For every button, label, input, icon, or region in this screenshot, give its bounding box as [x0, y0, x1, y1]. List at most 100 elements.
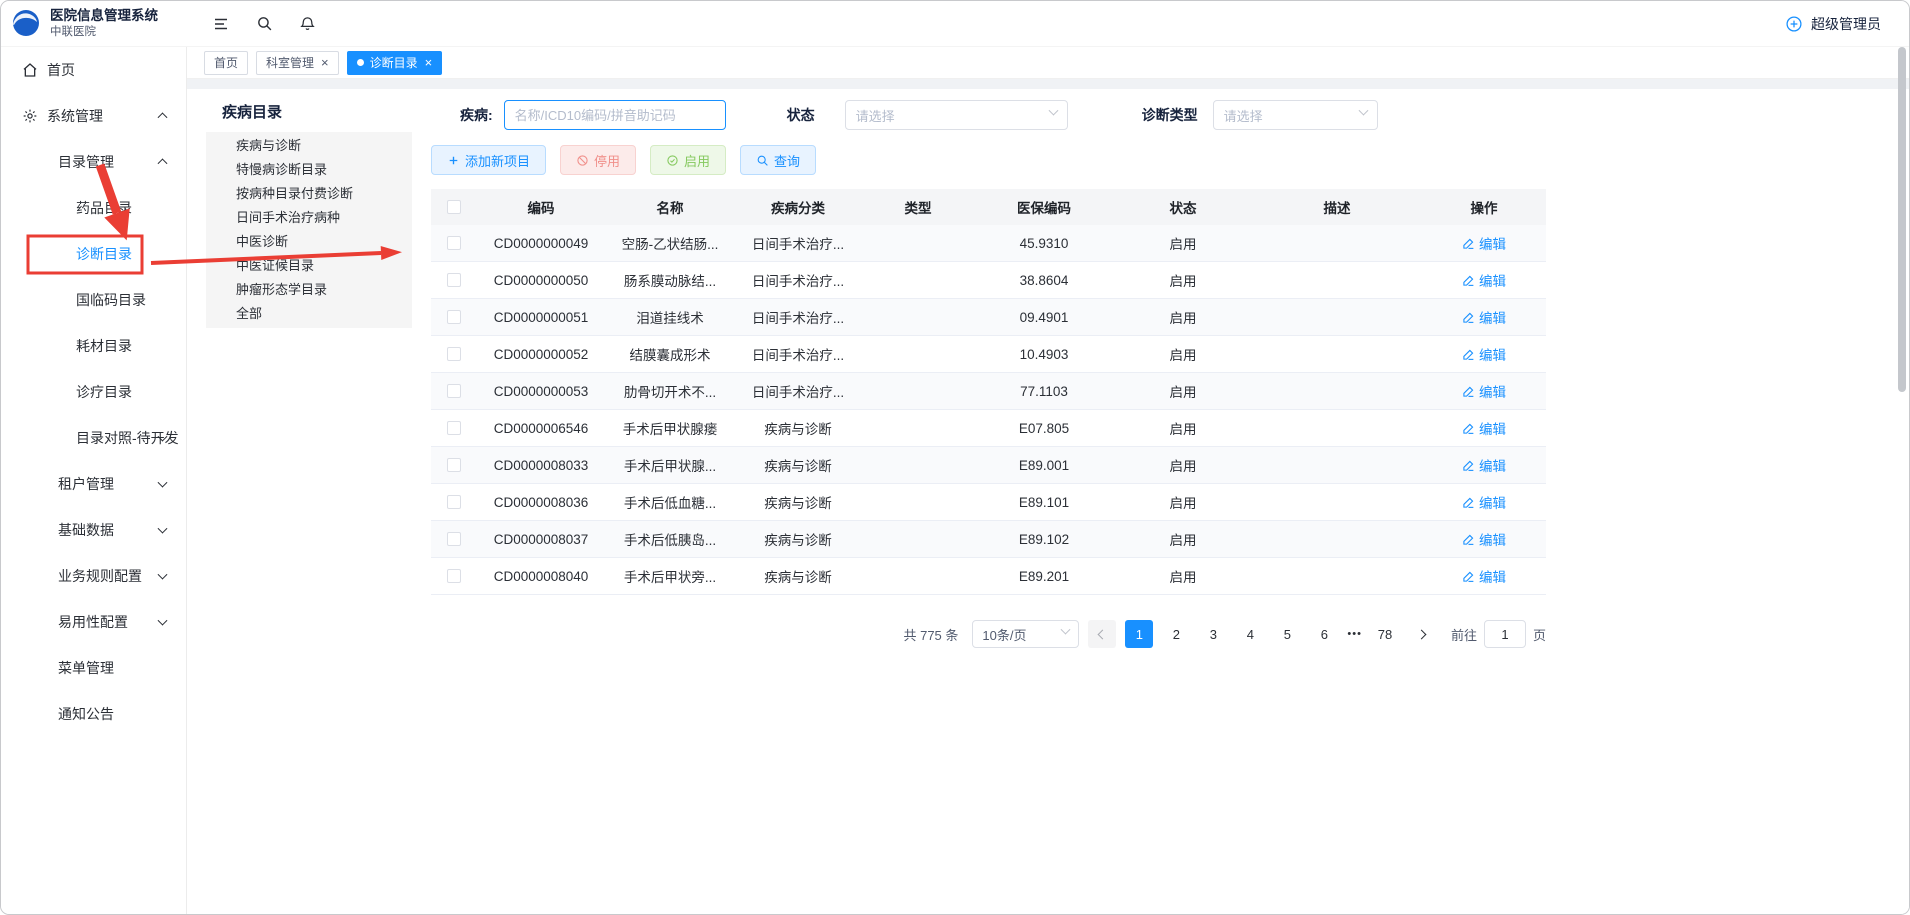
row-checkbox[interactable] [447, 495, 461, 509]
page-ellipsis: ••• [1347, 628, 1362, 640]
row-checkbox[interactable] [447, 273, 461, 287]
catalog-item[interactable]: 按病种目录付费诊断 [206, 182, 412, 206]
sidebar-item-national-code-catalog[interactable]: 国临码目录 [1, 277, 186, 323]
sidebar-item-label: 业务规则配置 [58, 566, 142, 586]
sidebar-item-label: 国临码目录 [76, 290, 146, 310]
next-page-button[interactable] [1408, 620, 1436, 648]
sidebar-item-notice[interactable]: 通知公告 [1, 691, 186, 737]
catalog-item[interactable]: 肿瘤形态学目录 [206, 278, 412, 302]
goto-page-input[interactable] [1484, 620, 1526, 648]
select-all-checkbox[interactable] [447, 200, 461, 214]
disease-catalog-panel: 疾病目录 疾病与诊断特慢病诊断目录按病种目录付费诊断日间手术治疗病种中医诊断中医… [206, 95, 412, 328]
catalog-item[interactable]: 中医诊断 [206, 230, 412, 254]
row-checkbox[interactable] [447, 236, 461, 250]
collapse-menu-icon[interactable] [212, 15, 230, 33]
edit-button[interactable]: 编辑 [1462, 566, 1506, 586]
user-menu[interactable]: 超级管理员 [1785, 14, 1909, 34]
page-button-78[interactable]: 78 [1371, 620, 1399, 648]
sidebar-item-catalog-mgmt[interactable]: 目录管理 [1, 139, 186, 185]
page-button-6[interactable]: 6 [1310, 620, 1338, 648]
prev-page-button[interactable] [1088, 620, 1116, 648]
sidebar-item-consumable-catalog[interactable]: 耗材目录 [1, 323, 186, 369]
bell-icon[interactable] [298, 15, 316, 33]
query-button[interactable]: 查询 [740, 145, 816, 175]
page-button-3[interactable]: 3 [1199, 620, 1227, 648]
edit-button[interactable]: 编辑 [1462, 455, 1506, 475]
catalog-item[interactable]: 中医证候目录 [206, 254, 412, 278]
content-panel: 疾病目录 疾病与诊断特慢病诊断目录按病种目录付费诊断日间手术治疗病种中医诊断中医… [187, 89, 1909, 914]
catalog-item[interactable]: 日间手术治疗病种 [206, 206, 412, 230]
row-checkbox[interactable] [447, 421, 461, 435]
page-button-2[interactable]: 2 [1162, 620, 1190, 648]
add-item-button[interactable]: 添加新项目 [431, 145, 546, 175]
status-select[interactable]: 请选择 [845, 100, 1068, 130]
diagnosis-table: 编码名称疾病分类类型医保编码状态描述操作 CD0000000049空肠-乙状结肠… [431, 189, 1546, 595]
edit-button[interactable]: 编辑 [1462, 233, 1506, 253]
edit-button[interactable]: 编辑 [1462, 307, 1506, 327]
disable-button[interactable]: 停用 [560, 145, 636, 175]
table-row: CD0000000049空肠-乙状结肠...日间手术治疗...45.9310启用… [431, 225, 1546, 262]
table-header: 编码名称疾病分类类型医保编码状态描述操作 [431, 189, 1546, 225]
edit-button[interactable]: 编辑 [1462, 270, 1506, 290]
page-button-5[interactable]: 5 [1273, 620, 1301, 648]
sidebar-item-business-rules[interactable]: 业务规则配置 [1, 553, 186, 599]
sidebar-item-basic-data[interactable]: 基础数据 [1, 507, 186, 553]
page-size-select[interactable]: 10条/页 [972, 620, 1079, 648]
table-row: CD0000000052结膜囊成形术日间手术治疗...10.4903启用编辑 [431, 336, 1546, 373]
tab-diagnosis-catalog[interactable]: 诊断目录 × [347, 51, 443, 75]
diagnosis-type-select[interactable]: 请选择 [1213, 100, 1378, 130]
row-checkbox[interactable] [447, 532, 461, 546]
column-header: 编码 [476, 197, 606, 217]
column-header: 状态 [1114, 197, 1252, 217]
tab-department-mgmt[interactable]: 科室管理 × [256, 51, 339, 75]
sidebar-item-drug-catalog[interactable]: 药品目录 [1, 185, 186, 231]
cell-code: CD0000000051 [476, 310, 606, 325]
sidebar-item-home[interactable]: 首页 [1, 47, 186, 93]
sidebar-item-menu-mgmt[interactable]: 菜单管理 [1, 645, 186, 691]
edit-button[interactable]: 编辑 [1462, 418, 1506, 438]
disease-search-input[interactable] [504, 100, 726, 130]
checkbox-cell [431, 347, 476, 361]
sidebar-item-system-mgmt[interactable]: 系统管理 [1, 93, 186, 139]
sidebar-item-diagnosis-catalog[interactable]: 诊断目录 [1, 231, 186, 277]
row-checkbox[interactable] [447, 310, 461, 324]
catalog-item[interactable]: 疾病与诊断 [206, 134, 412, 158]
sidebar-item-label: 耗材目录 [76, 336, 132, 356]
row-checkbox[interactable] [447, 458, 461, 472]
toolbar: 添加新项目 停用 启用 查询 [431, 145, 1546, 175]
checkbox-cell [431, 310, 476, 324]
sidebar-item-label: 诊疗目录 [76, 382, 132, 402]
enable-button[interactable]: 启用 [650, 145, 726, 175]
cell-actions: 编辑 [1422, 344, 1546, 364]
chevron-up-icon [158, 158, 168, 168]
edit-button[interactable]: 编辑 [1462, 492, 1506, 512]
cell-insurance-code: 38.8604 [974, 273, 1114, 288]
row-checkbox[interactable] [447, 384, 461, 398]
catalog-item[interactable]: 特慢病诊断目录 [206, 158, 412, 182]
close-icon[interactable]: × [321, 56, 329, 69]
sidebar-item-usability-config[interactable]: 易用性配置 [1, 599, 186, 645]
cell-status: 启用 [1114, 455, 1252, 475]
chevron-down-icon [1358, 105, 1368, 115]
cell-status: 启用 [1114, 381, 1252, 401]
page-button-1[interactable]: 1 [1125, 620, 1153, 648]
catalog-title: 疾病目录 [206, 95, 412, 132]
filter-bar: 疾病: 状态 请选择 诊断类型 请选择 [431, 99, 1546, 131]
sidebar-item-tenant-mgmt[interactable]: 租户管理 [1, 461, 186, 507]
goto-suffix: 页 [1533, 625, 1546, 644]
search-icon[interactable] [255, 15, 273, 33]
tab-home[interactable]: 首页 [204, 51, 248, 75]
cell-category: 日间手术治疗... [734, 233, 862, 253]
scrollbar-thumb[interactable] [1898, 47, 1906, 392]
row-checkbox[interactable] [447, 569, 461, 583]
page-button-4[interactable]: 4 [1236, 620, 1264, 648]
sidebar-item-treatment-catalog[interactable]: 诊疗目录 [1, 369, 186, 415]
row-checkbox[interactable] [447, 347, 461, 361]
close-icon[interactable]: × [425, 56, 433, 69]
edit-button[interactable]: 编辑 [1462, 529, 1506, 549]
catalog-item[interactable]: 全部 [206, 302, 412, 326]
sidebar-item-catalog-compare[interactable]: 目录对照-待开发 [1, 415, 186, 461]
edit-button[interactable]: 编辑 [1462, 381, 1506, 401]
edit-button[interactable]: 编辑 [1462, 344, 1506, 364]
search-icon [756, 154, 769, 167]
